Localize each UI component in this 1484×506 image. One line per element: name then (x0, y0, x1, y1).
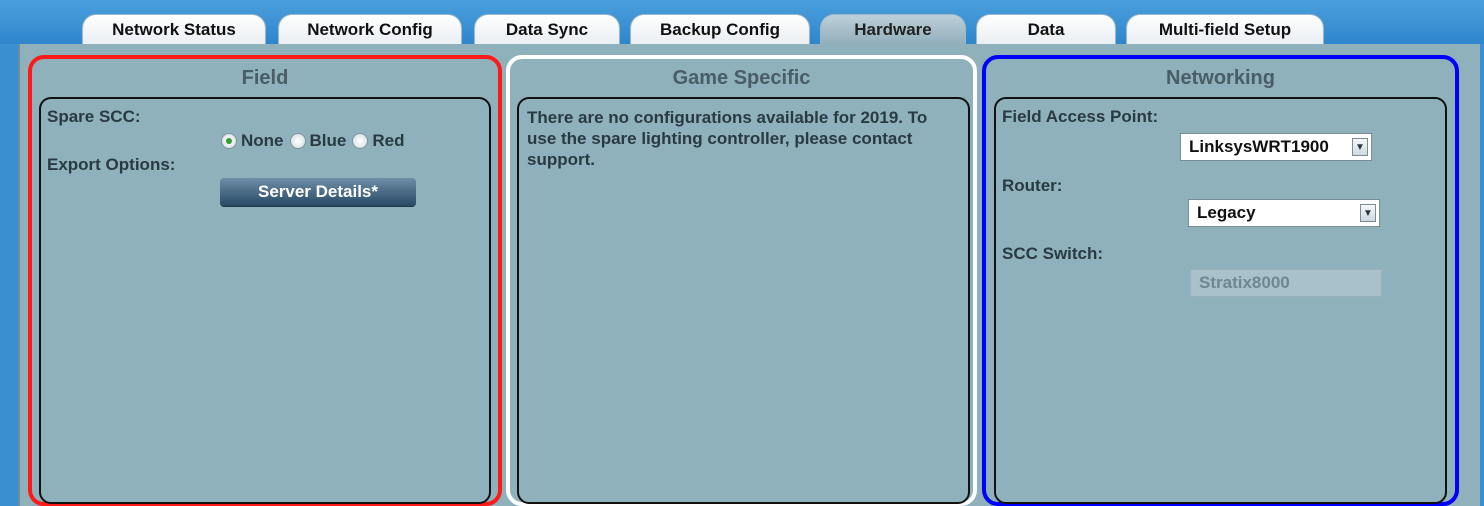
scc-switch-select: Stratix8000 (1190, 269, 1382, 297)
router-select[interactable]: Legacy ▼ (1188, 199, 1380, 227)
tab-network-status[interactable]: Network Status (82, 14, 266, 44)
spare-scc-label: Spare SCC: (47, 107, 141, 126)
scc-switch-label: SCC Switch: (1002, 244, 1104, 263)
radio-icon-selected (221, 133, 237, 149)
tab-bar: Network Status Network Config Data Sync … (0, 14, 1484, 44)
networking-title: Networking (1166, 67, 1275, 89)
field-access-point-label: Field Access Point: (1002, 107, 1159, 126)
radio-icon (352, 133, 369, 149)
networking-section: Networking Field Access Point: LinksysWR… (982, 55, 1459, 506)
game-specific-section: Game Specific There are no configuration… (506, 55, 977, 506)
tab-hardware[interactable]: Hardware (820, 14, 966, 44)
networking-inner-box: Field Access Point: LinksysWRT1900 ▼ Rou… (994, 97, 1447, 504)
chevron-down-icon: ▼ (1360, 204, 1376, 222)
radio-icon (289, 133, 306, 149)
field-inner-box: Spare SCC: None Blue Red Export Options:… (39, 97, 491, 504)
spare-scc-radio-group: None Blue Red (221, 131, 410, 151)
server-details-button[interactable]: Server Details* (220, 178, 416, 206)
chevron-down-icon: ▼ (1352, 138, 1368, 156)
export-options-label: Export Options: (47, 155, 176, 174)
tab-multi-field-setup[interactable]: Multi-field Setup (1126, 14, 1324, 44)
radio-red[interactable]: Red (352, 131, 404, 151)
game-inner-box: There are no configurations available fo… (517, 97, 970, 504)
tab-data[interactable]: Data (976, 14, 1116, 44)
tab-network-config[interactable]: Network Config (278, 14, 462, 44)
radio-blue[interactable]: Blue (289, 131, 346, 151)
tab-data-sync[interactable]: Data Sync (474, 14, 620, 44)
radio-none[interactable]: None (221, 131, 284, 151)
tab-backup-config[interactable]: Backup Config (630, 14, 810, 44)
game-specific-title: Game Specific (672, 67, 811, 89)
router-label: Router: (1002, 176, 1063, 195)
field-access-point-select[interactable]: LinksysWRT1900 ▼ (1180, 133, 1372, 161)
field-section: Field Spare SCC: None Blue Red Export Op… (28, 55, 502, 506)
game-specific-message: There are no configurations available fo… (527, 108, 928, 169)
field-title: Field (241, 67, 289, 89)
